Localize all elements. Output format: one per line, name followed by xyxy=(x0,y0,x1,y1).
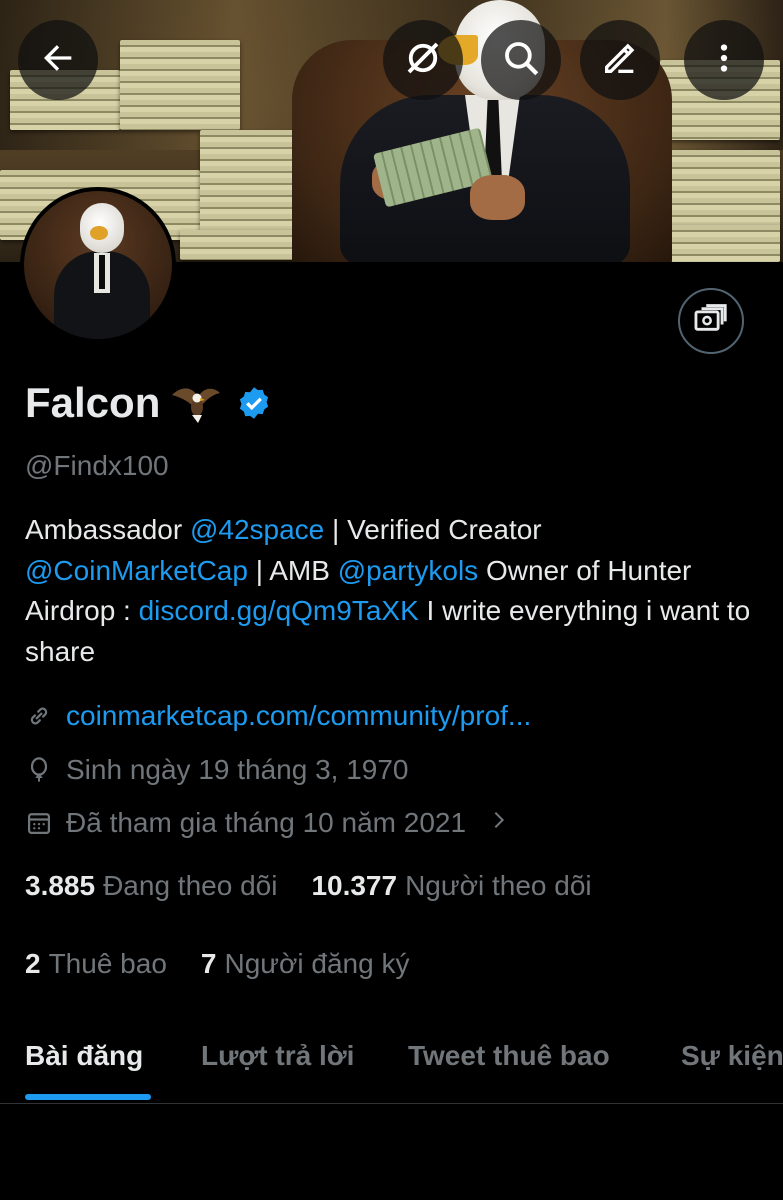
subscribe-money-button[interactable] xyxy=(678,288,744,354)
discord-link[interactable]: discord.gg/qQm9TaXK xyxy=(139,595,419,626)
banner-money-stack xyxy=(120,40,240,130)
profile-name-row: Falcon xyxy=(25,374,272,432)
following-stat[interactable]: 3.885 Đang theo dõi xyxy=(25,870,277,902)
subscriptions-count: 2 xyxy=(25,948,41,979)
mention-link[interactable]: @42space xyxy=(190,514,324,545)
grok-button[interactable] xyxy=(383,20,463,100)
avatar-eagle-beak xyxy=(90,226,108,240)
joined-text: Đã tham gia tháng 10 năm 2021 xyxy=(66,807,467,838)
subscription-stats: 2 Thuê bao 7 Người đăng ký xyxy=(25,944,409,984)
avatar[interactable] xyxy=(20,187,176,343)
calendar-icon xyxy=(25,809,53,837)
followers-label: Người theo dõi xyxy=(405,870,592,901)
subscriptions-label: Thuê bao xyxy=(48,948,167,979)
subscribers-count: 7 xyxy=(200,948,217,979)
search-icon xyxy=(500,37,542,84)
subscriptions-stat[interactable]: 2 Thuê bao xyxy=(25,948,167,980)
banner-hand xyxy=(470,175,525,220)
bio-text: | AMB xyxy=(247,554,338,586)
birthday-text: Sinh ngày 19 tháng 3, 1970 xyxy=(66,754,409,785)
profile-tabs: Bài đăng Lượt trả lời Tweet thuê bao Sự … xyxy=(0,1028,783,1104)
follow-stats: 3.885 Đang theo dõi 10.377 Người theo dõ… xyxy=(25,866,592,906)
tab-subscriber-tweets[interactable]: Tweet thuê bao xyxy=(408,1040,610,1072)
profile-handle: @Findx100 xyxy=(25,450,169,481)
tab-posts[interactable]: Bài đăng xyxy=(25,1040,143,1072)
mention-link[interactable]: @partykols xyxy=(338,555,478,586)
more-button[interactable] xyxy=(684,20,764,100)
following-count: 3.885 xyxy=(25,870,96,901)
birthday-row: Sinh ngày 19 tháng 3, 1970 xyxy=(25,750,409,790)
subscribers-stat[interactable]: 7 Người đăng ký xyxy=(201,948,410,980)
edit-button[interactable] xyxy=(580,20,660,100)
more-vertical-icon xyxy=(706,40,742,81)
joined-row[interactable]: Đã tham gia tháng 10 năm 2021 xyxy=(25,803,510,843)
search-button[interactable] xyxy=(481,20,561,100)
eagle-emoji-icon xyxy=(170,381,222,425)
chevron-right-icon xyxy=(488,807,510,840)
followers-stat[interactable]: 10.377 Người theo dõi xyxy=(311,870,591,902)
website-link[interactable]: coinmarketcap.com/community/prof... xyxy=(66,700,531,732)
avatar-tie xyxy=(99,255,105,289)
verified-badge-icon[interactable] xyxy=(236,385,272,421)
following-label: Đang theo dõi xyxy=(103,870,278,901)
back-button[interactable] xyxy=(18,20,98,100)
bio-text: | Verified Creator xyxy=(324,514,542,545)
balloon-icon xyxy=(25,756,53,784)
edit-icon xyxy=(600,38,640,83)
grok-icon xyxy=(402,37,444,84)
profile-name: Falcon xyxy=(25,379,161,426)
mention-link[interactable]: @CoinMarketCap xyxy=(25,555,248,586)
bio-text: Ambassador xyxy=(25,514,190,545)
tab-events[interactable]: Sự kiện xyxy=(681,1040,783,1072)
money-icon xyxy=(692,300,730,343)
link-icon xyxy=(25,702,53,730)
followers-count: 10.377 xyxy=(311,870,398,901)
active-tab-indicator xyxy=(25,1094,151,1100)
subscribers-label: Người đăng ký xyxy=(224,948,410,979)
website-row: coinmarketcap.com/community/prof... xyxy=(25,696,531,736)
tab-replies[interactable]: Lượt trả lời xyxy=(201,1040,354,1072)
arrow-left-icon xyxy=(38,38,78,83)
profile-bio: Ambassador @42space | Verified Creator @… xyxy=(25,510,755,672)
